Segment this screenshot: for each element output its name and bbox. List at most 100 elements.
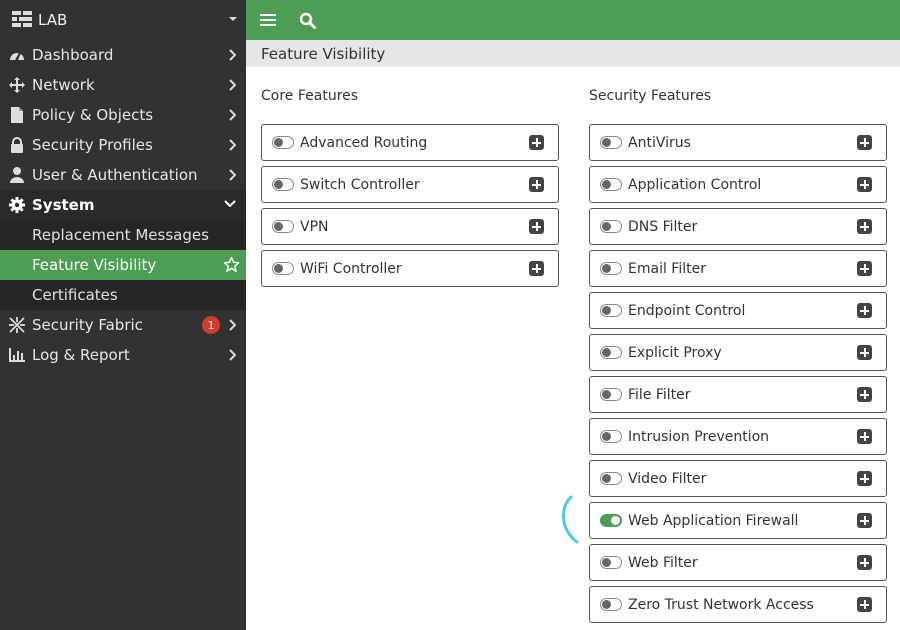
chevron-right-icon	[229, 139, 236, 151]
toggle-knob	[602, 180, 611, 189]
feature-row[interactable]: Endpoint Control	[589, 292, 887, 329]
toggle-knob	[274, 180, 283, 189]
feature-toggle[interactable]	[600, 304, 622, 317]
feature-toggle[interactable]	[600, 388, 622, 401]
expand-plus-icon[interactable]	[529, 177, 544, 192]
hamburger-icon[interactable]	[258, 10, 278, 30]
sidebar-item-label: Log & Report	[32, 346, 130, 364]
feature-row[interactable]: Application Control	[589, 166, 887, 203]
feature-row[interactable]: DNS Filter	[589, 208, 887, 245]
feature-row[interactable]: AntiVirus	[589, 124, 887, 161]
expand-plus-icon[interactable]	[529, 219, 544, 234]
caret-down-icon	[229, 17, 237, 21]
feature-toggle[interactable]	[600, 346, 622, 359]
feature-label: File Filter	[628, 386, 691, 403]
page-title: Feature Visibility	[261, 44, 386, 63]
toggle-knob	[602, 264, 611, 273]
sidebar: LAB Dashboard Network Policy & Objects S…	[0, 0, 246, 630]
notification-badge: 1	[202, 316, 220, 334]
expand-plus-icon[interactable]	[857, 303, 872, 318]
expand-plus-icon[interactable]	[857, 429, 872, 444]
feature-label: Application Control	[628, 176, 762, 193]
sidebar-item-dashboard[interactable]: Dashboard	[0, 40, 246, 70]
feature-row[interactable]: Advanced Routing	[261, 124, 559, 161]
feature-row[interactable]: Email Filter	[589, 250, 887, 287]
feature-label: Video Filter	[628, 470, 707, 487]
expand-plus-icon[interactable]	[857, 513, 872, 528]
sidebar-item-user-authentication[interactable]: User & Authentication	[0, 160, 246, 190]
feature-toggle[interactable]	[600, 556, 622, 569]
feature-row[interactable]: Web Filter	[589, 544, 887, 581]
sidebar-item-network[interactable]: Network	[0, 70, 246, 100]
expand-plus-icon[interactable]	[857, 177, 872, 192]
core-features-title: Core Features	[261, 88, 359, 104]
sidebar-subitem-label: Certificates	[32, 286, 118, 304]
sidebar-item-log-report[interactable]: Log & Report	[0, 340, 246, 370]
expand-plus-icon[interactable]	[857, 261, 872, 276]
sidebar-item-policy-objects[interactable]: Policy & Objects	[0, 100, 246, 130]
feature-toggle[interactable]	[600, 136, 622, 149]
feature-toggle[interactable]	[600, 220, 622, 233]
expand-plus-icon[interactable]	[529, 135, 544, 150]
feature-toggle[interactable]	[272, 178, 294, 191]
search-icon[interactable]	[297, 10, 317, 30]
expand-plus-icon[interactable]	[857, 345, 872, 360]
toggle-knob	[602, 348, 611, 357]
expand-plus-icon[interactable]	[857, 471, 872, 486]
feature-toggle[interactable]	[272, 262, 294, 275]
feature-row[interactable]: WiFi Controller	[261, 250, 559, 287]
toggle-knob	[602, 222, 611, 231]
feature-row[interactable]: Zero Trust Network Access	[589, 586, 887, 623]
toggle-knob	[602, 600, 611, 609]
brand-switcher[interactable]: LAB	[0, 0, 246, 40]
feature-toggle[interactable]	[600, 262, 622, 275]
star-icon[interactable]	[223, 256, 240, 273]
feature-label: Web Application Firewall	[628, 512, 799, 529]
toggle-knob	[611, 516, 620, 525]
sidebar-item-label: Dashboard	[32, 46, 114, 64]
feature-row[interactable]: Video Filter	[589, 460, 887, 497]
sidebar-item-label: Security Profiles	[32, 136, 153, 154]
page-title-bar: Feature Visibility	[246, 40, 900, 67]
sidebar-subitem-certificates[interactable]: Certificates	[0, 280, 246, 310]
feature-toggle[interactable]	[600, 514, 622, 527]
feature-row[interactable]: Switch Controller	[261, 166, 559, 203]
sidebar-subitem-replacement-messages[interactable]: Replacement Messages	[0, 220, 246, 250]
feature-row[interactable]: VPN	[261, 208, 559, 245]
sidebar-item-system[interactable]: System	[0, 190, 246, 220]
feature-label: WiFi Controller	[300, 260, 402, 277]
feature-toggle[interactable]	[272, 220, 294, 233]
expand-plus-icon[interactable]	[529, 261, 544, 276]
chart-icon	[8, 346, 26, 364]
chevron-right-icon	[229, 109, 236, 121]
sidebar-subitem-label: Feature Visibility	[32, 256, 157, 274]
policy-icon	[8, 106, 26, 124]
feature-toggle[interactable]	[600, 472, 622, 485]
feature-row[interactable]: Explicit Proxy	[589, 334, 887, 371]
feature-label: DNS Filter	[628, 218, 698, 235]
feature-row[interactable]: Web Application Firewall	[589, 502, 887, 539]
expand-plus-icon[interactable]	[857, 219, 872, 234]
top-bar	[246, 0, 900, 40]
chevron-right-icon	[229, 319, 236, 331]
feature-toggle[interactable]	[600, 598, 622, 611]
feature-label: Endpoint Control	[628, 302, 746, 319]
feature-toggle[interactable]	[600, 178, 622, 191]
feature-toggle[interactable]	[600, 430, 622, 443]
toggle-knob	[602, 432, 611, 441]
feature-toggle[interactable]	[272, 136, 294, 149]
expand-plus-icon[interactable]	[857, 387, 872, 402]
sidebar-item-security-fabric[interactable]: Security Fabric 1	[0, 310, 246, 340]
sidebar-subitem-label: Replacement Messages	[32, 226, 209, 244]
feature-row[interactable]: Intrusion Prevention	[589, 418, 887, 455]
expand-plus-icon[interactable]	[857, 555, 872, 570]
network-icon	[8, 76, 26, 94]
expand-plus-icon[interactable]	[857, 597, 872, 612]
chevron-right-icon	[229, 49, 236, 61]
sidebar-item-security-profiles[interactable]: Security Profiles	[0, 130, 246, 160]
feature-row[interactable]: File Filter	[589, 376, 887, 413]
feature-label: AntiVirus	[628, 134, 691, 151]
sidebar-subitem-feature-visibility[interactable]: Feature Visibility	[0, 250, 246, 280]
feature-label: Intrusion Prevention	[628, 428, 770, 445]
expand-plus-icon[interactable]	[857, 135, 872, 150]
